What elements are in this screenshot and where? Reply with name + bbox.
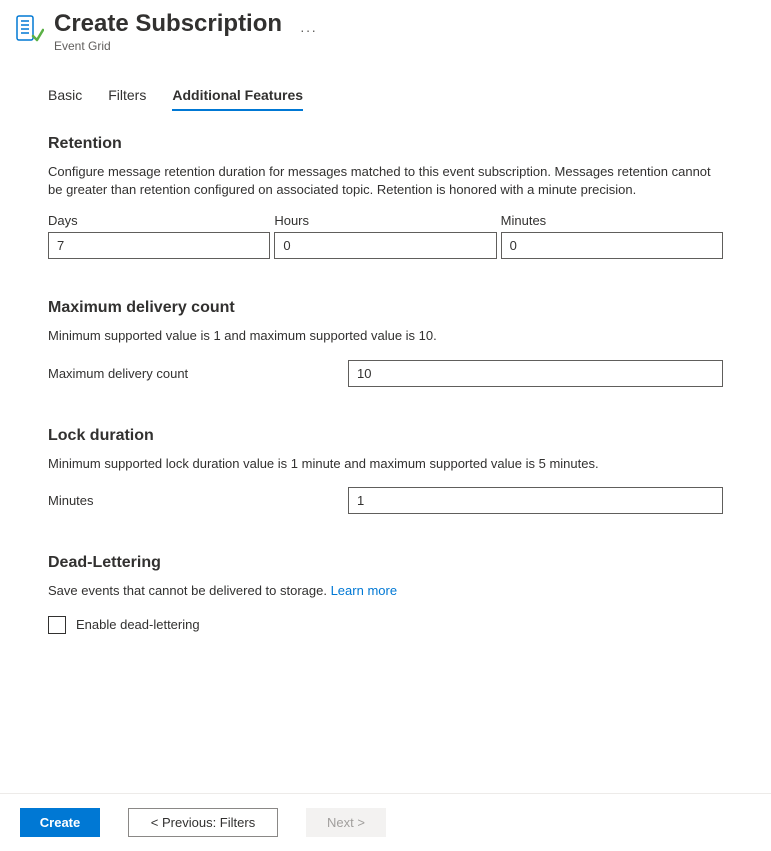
delivery-description: Minimum supported value is 1 and maximum… xyxy=(48,327,723,345)
days-label: Days xyxy=(48,213,270,228)
tab-basic[interactable]: Basic xyxy=(48,87,82,111)
hours-label: Hours xyxy=(274,213,496,228)
learn-more-link[interactable]: Learn more xyxy=(331,583,397,598)
lock-minutes-input[interactable] xyxy=(348,487,723,514)
lock-heading: Lock duration xyxy=(48,427,723,445)
minutes-input[interactable] xyxy=(501,232,723,259)
enable-deadlettering-checkbox[interactable] xyxy=(48,616,66,634)
days-input[interactable] xyxy=(48,232,270,259)
tab-additional-features[interactable]: Additional Features xyxy=(172,87,303,111)
page-title: Create Subscription xyxy=(54,10,282,38)
lock-minutes-label: Minutes xyxy=(48,493,348,508)
hours-input[interactable] xyxy=(274,232,496,259)
deadletter-description: Save events that cannot be delivered to … xyxy=(48,582,723,600)
delivery-count-input[interactable] xyxy=(348,360,723,387)
lock-description: Minimum supported lock duration value is… xyxy=(48,455,723,473)
minutes-label: Minutes xyxy=(501,213,723,228)
more-actions-button[interactable]: ··· xyxy=(300,22,317,38)
enable-deadlettering-label: Enable dead-lettering xyxy=(76,617,200,632)
delivery-heading: Maximum delivery count xyxy=(48,299,723,317)
previous-button[interactable]: < Previous: Filters xyxy=(128,808,278,837)
retention-description: Configure message retention duration for… xyxy=(48,163,723,199)
delivery-count-label: Maximum delivery count xyxy=(48,366,348,381)
retention-heading: Retention xyxy=(48,135,723,153)
tab-filters[interactable]: Filters xyxy=(108,87,146,111)
create-button[interactable]: Create xyxy=(20,808,100,837)
subscription-icon xyxy=(16,14,44,42)
page-subtitle: Event Grid xyxy=(54,39,282,53)
next-button[interactable]: Next > xyxy=(306,808,386,837)
deadletter-heading: Dead-Lettering xyxy=(48,554,723,572)
